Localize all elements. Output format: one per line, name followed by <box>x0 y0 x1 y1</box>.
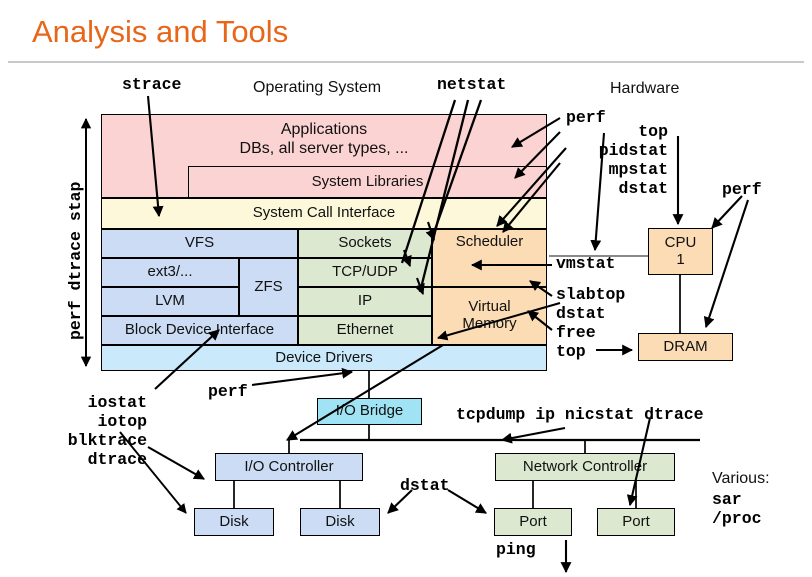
port-box-2: Port <box>597 508 675 536</box>
vfs-box: VFS <box>101 229 298 258</box>
tool-label-cpu-tools: top pidstat mpstat dstat <box>598 122 668 198</box>
sockets-box: Sockets <box>298 229 432 258</box>
tool-label-strace: strace <box>122 75 182 94</box>
cpu-label-line2: 1 <box>676 250 685 268</box>
tool-label-perf-cpu: perf <box>722 180 762 199</box>
virtual-memory-label-line2: Memory <box>462 315 517 332</box>
tracing-axis-label: perf dtrace stap <box>66 181 85 340</box>
tool-label-dstat-disk: dstat <box>400 476 450 495</box>
disk-box-2: Disk <box>300 508 380 536</box>
lvm-box: LVM <box>101 287 239 316</box>
system-libraries-box: System Libraries <box>188 166 547 198</box>
network-controller-box: Network Controller <box>495 453 675 481</box>
port-box-1: Port <box>494 508 572 536</box>
system-call-interface-box: System Call Interface <box>101 198 547 229</box>
tool-label-vmstat: vmstat <box>556 254 616 273</box>
tool-label-disk-tools: iostat iotop blktrace dtrace <box>67 393 147 469</box>
tool-label-network-tools: tcpdump ip nicstat dtrace <box>456 405 704 424</box>
virtual-memory-box: Virtual Memory <box>432 287 547 345</box>
tool-label-various-tools: sar /proc <box>712 490 762 528</box>
hardware-heading: Hardware <box>610 80 680 97</box>
tool-label-ping: ping <box>496 540 536 559</box>
device-drivers-box: Device Drivers <box>101 345 547 371</box>
ext3-box: ext3/... <box>101 258 239 287</box>
tool-label-perf-bridge: perf <box>208 382 248 401</box>
io-bridge-box: I/O Bridge <box>317 398 422 425</box>
cpu-label-line1: CPU <box>664 233 697 251</box>
dram-box: DRAM <box>638 333 733 361</box>
page-title: Analysis and Tools <box>32 14 289 49</box>
io-controller-box: I/O Controller <box>215 453 363 481</box>
ip-box: IP <box>298 287 432 316</box>
scheduler-box: Scheduler <box>432 229 547 287</box>
applications-label: Applications <box>280 121 368 138</box>
block-device-interface-box: Block Device Interface <box>101 316 298 345</box>
applications-sublabel: DBs, all server types, ... <box>239 140 409 157</box>
tool-label-memory-tools: slabtop dstat free top <box>556 285 626 361</box>
various-label: Various: <box>712 470 770 487</box>
slide-canvas: Analysis and Tools Operating System Hard… <box>0 0 812 577</box>
title-divider <box>8 61 804 63</box>
tool-label-netstat: netstat <box>437 75 507 94</box>
operating-system-heading: Operating System <box>253 79 382 96</box>
virtual-memory-label-line1: Virtual <box>468 298 511 316</box>
tcp-udp-box: TCP/UDP <box>298 258 432 287</box>
cpu-box: CPU 1 <box>648 228 713 275</box>
ethernet-box: Ethernet <box>298 316 432 345</box>
zfs-box: ZFS <box>239 258 298 316</box>
disk-box-1: Disk <box>194 508 274 536</box>
